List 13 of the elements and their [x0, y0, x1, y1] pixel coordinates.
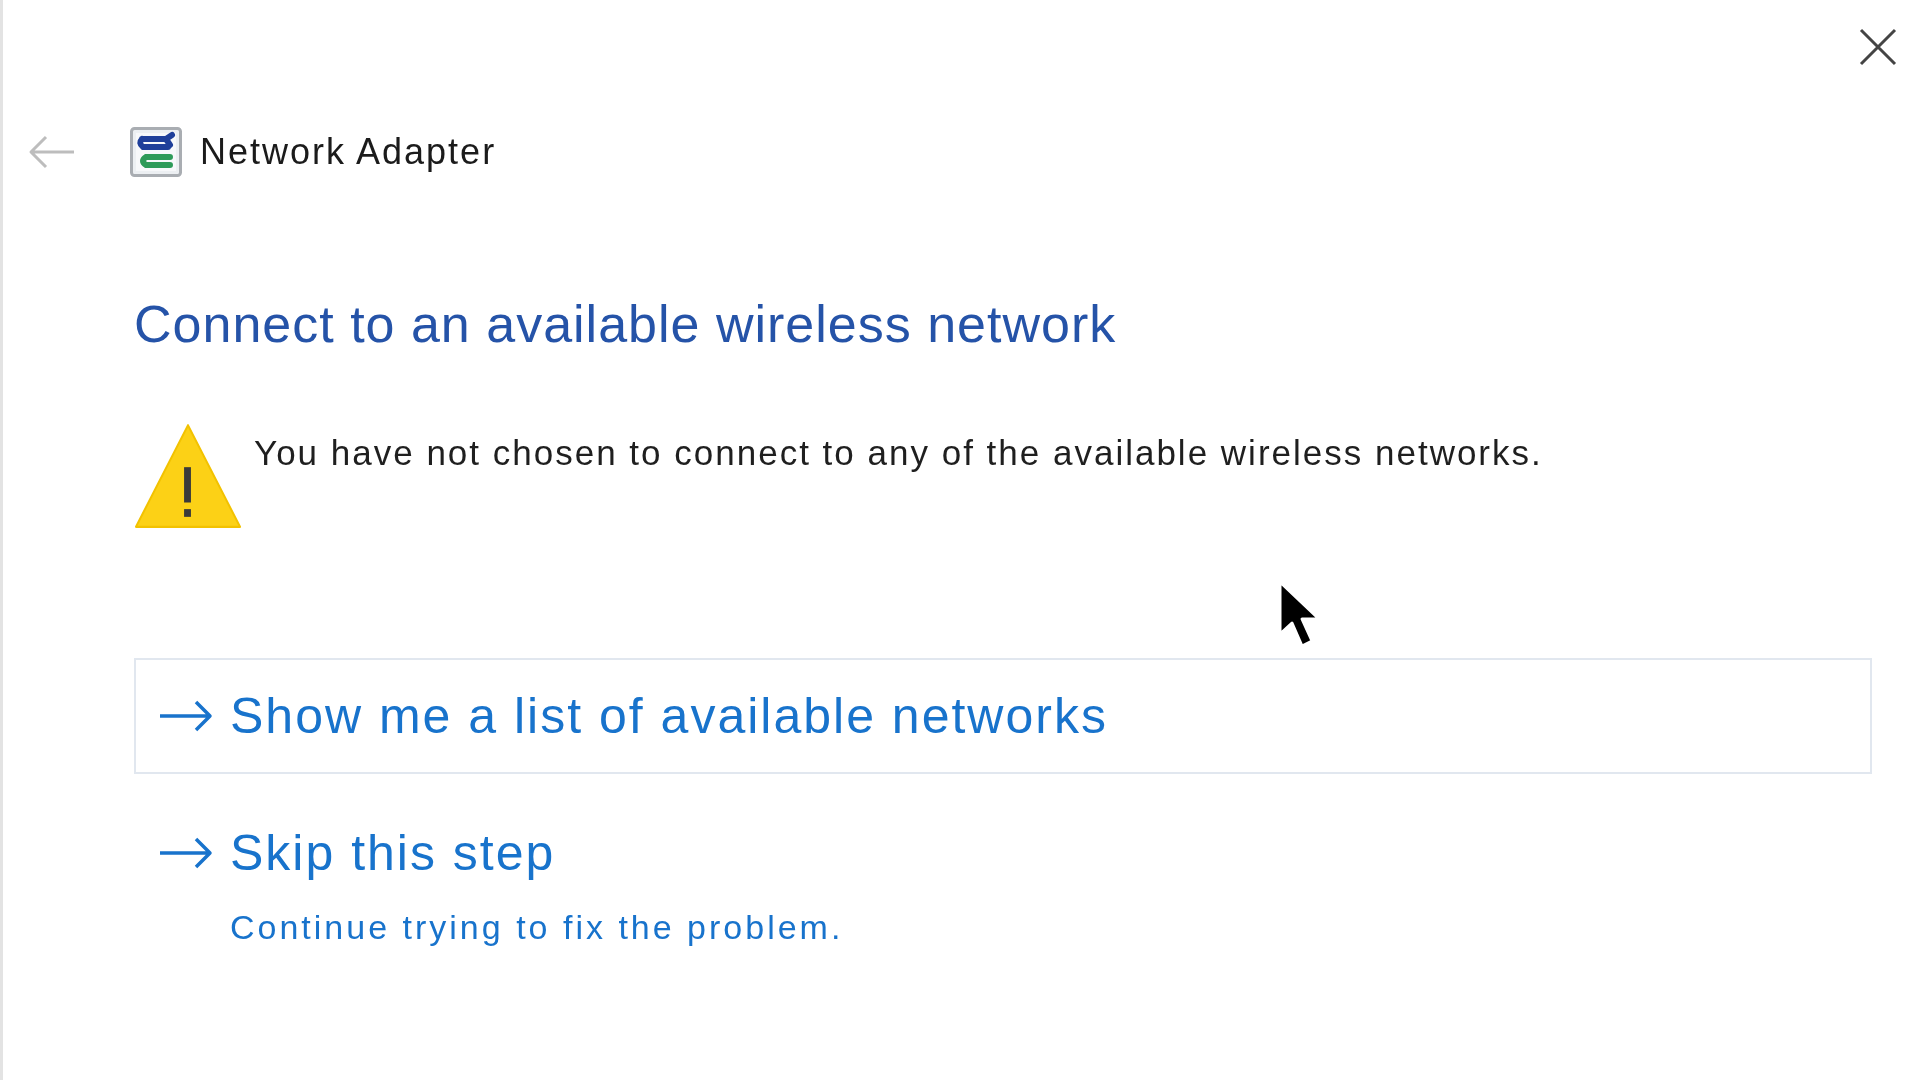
option-title: Skip this step [230, 824, 556, 884]
command-link[interactable]: Show me a list of available networks [134, 658, 1872, 775]
arrow-icon [158, 836, 214, 871]
arrow-icon [158, 699, 214, 734]
close-icon [1859, 28, 1897, 66]
option-title: Show me a list of available networks [230, 687, 1108, 747]
window-title: Network Adapter [200, 130, 497, 174]
option-description: Continue trying to fix the problem. [230, 907, 844, 949]
network-adapter-icon [130, 127, 182, 177]
warning-message: You have not chosen to connect to any of the available wireless networks. [254, 432, 1543, 475]
warning-icon [134, 423, 242, 530]
back-arrow-icon [28, 134, 76, 170]
page-heading: Connect to an available wireless network [134, 294, 1117, 355]
